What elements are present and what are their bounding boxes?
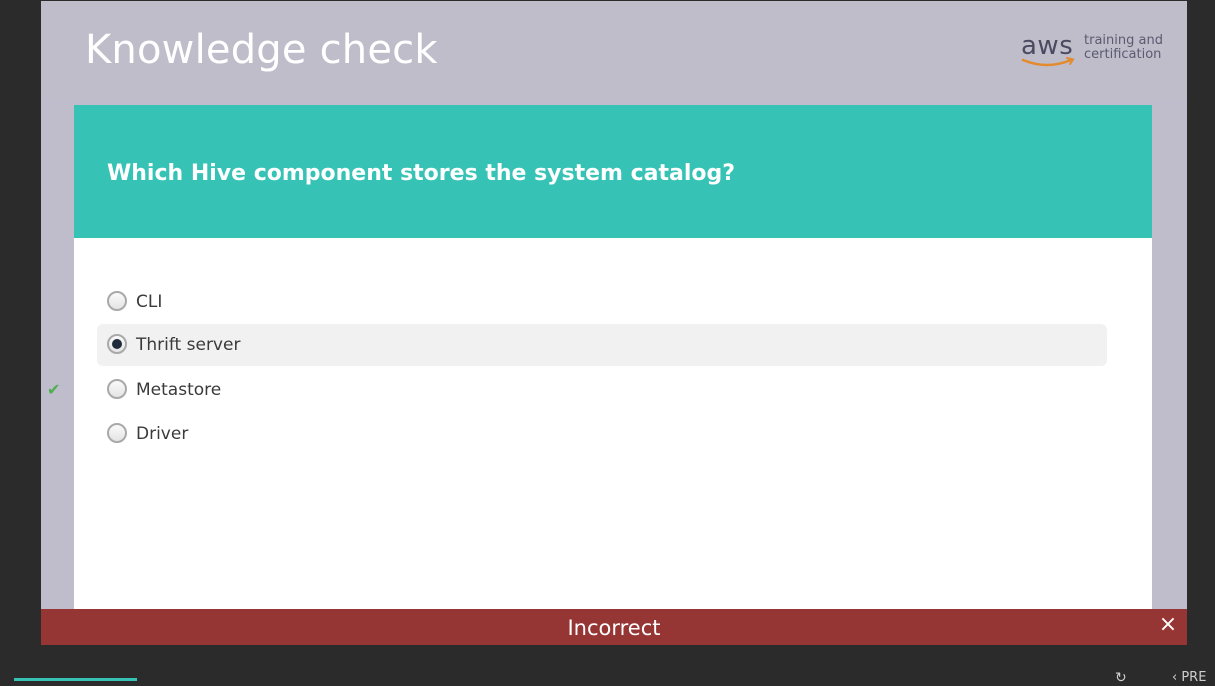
choice-label: Driver [136,424,189,444]
radio-button[interactable] [107,291,127,311]
choice-cli[interactable]: CLI [97,281,1107,323]
page-title: Knowledge check [85,27,438,73]
choice-label: CLI [136,292,163,312]
feedback-text: Incorrect [567,616,661,640]
logo-tagline-line1: training and [1084,33,1163,48]
aws-logo: aws training and certification [1021,31,1171,71]
prev-label: PRE [1181,670,1207,685]
choice-thrift-server[interactable]: Thrift server [97,324,1107,366]
choice-label: Thrift server [136,335,241,355]
radio-selected-dot [112,339,122,349]
close-icon[interactable]: × [1157,614,1179,636]
feedback-bar: Incorrect × [41,609,1187,645]
radio-button[interactable] [107,334,127,354]
slide: Knowledge check aws training and certifi… [41,1,1187,645]
question-band: Which Hive component stores the system c… [74,105,1152,238]
choice-driver[interactable]: Driver [97,413,1107,455]
question-text: Which Hive component stores the system c… [107,161,736,186]
correct-answer-check-icon: ✔ [47,380,61,399]
aws-smile-icon [1021,57,1075,67]
radio-button[interactable] [107,423,127,443]
choice-metastore[interactable]: Metastore [97,369,1107,411]
answer-panel: CLI Thrift server Metastore Driver [74,238,1152,610]
prev-button[interactable]: ‹ PRE [1172,670,1206,685]
radio-button[interactable] [107,379,127,399]
choice-label: Metastore [136,380,222,400]
replay-icon[interactable]: ↻ [1115,670,1127,686]
logo-tagline: training and certification [1084,34,1174,62]
slide-header: Knowledge check aws training and certifi… [41,1,1187,99]
logo-tagline-line2: certification [1084,47,1162,62]
